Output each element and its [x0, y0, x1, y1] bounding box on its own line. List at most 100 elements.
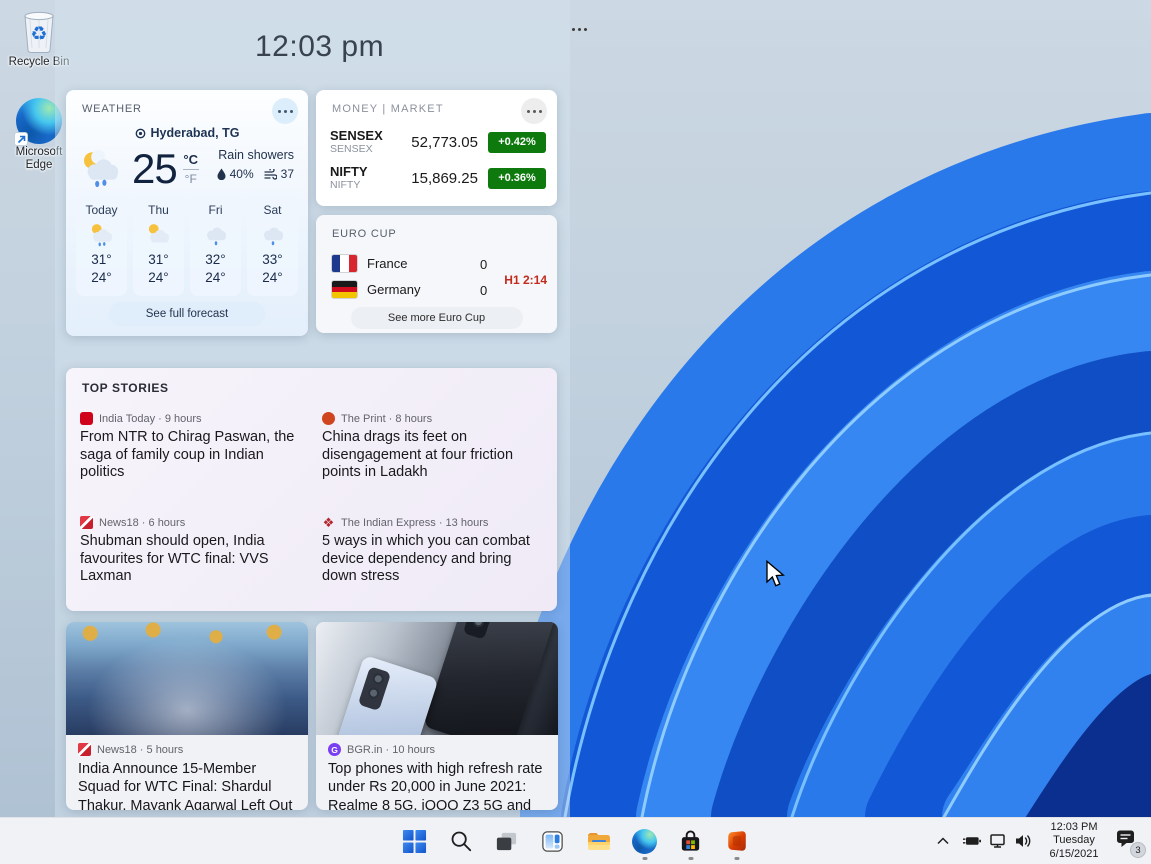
- office-button[interactable]: [717, 821, 757, 861]
- start-icon: [402, 829, 427, 854]
- weather-menu-button[interactable]: [272, 98, 298, 124]
- running-indicator: [688, 857, 693, 860]
- battery-icon: [962, 833, 982, 849]
- news-headline: India Announce 15-Member Squad for WTC F…: [78, 760, 296, 810]
- notification-center-button[interactable]: 3: [1109, 828, 1145, 854]
- notification-count-badge: 3: [1130, 842, 1146, 858]
- office-icon: [725, 829, 749, 853]
- svg-text:♻: ♻: [30, 24, 47, 45]
- start-button[interactable]: [395, 821, 435, 861]
- search-icon: [449, 829, 473, 853]
- indian-express-logo-icon: ❖: [322, 516, 335, 529]
- top-stories-widget: TOP STORIES India Today · 9 hours From N…: [66, 368, 557, 611]
- rain-cloud-icon: [201, 223, 231, 247]
- story-item[interactable]: India Today · 9 hours From NTR to Chirag…: [80, 412, 310, 482]
- widgets-panel-more-button[interactable]: [566, 22, 592, 36]
- bgr-logo-icon: G: [328, 743, 341, 756]
- weather-precipitation: 40%: [230, 167, 254, 181]
- market-widget[interactable]: MONEY | MARKET SENSEX SENSEX 52,773.05 +…: [316, 90, 557, 206]
- news-image-smartphones: [316, 622, 558, 735]
- tray-overflow-button[interactable]: [931, 822, 955, 860]
- the-print-logo-icon: [322, 412, 335, 425]
- system-tray: 12:03 PM Tuesday 6/15/2021 3: [931, 818, 1145, 864]
- weather-location-row[interactable]: Hyderabad, TG: [66, 126, 308, 140]
- unit-celsius[interactable]: °C: [183, 153, 198, 166]
- weather-forecast: Today 31° 24° Thu 31° 24° Fri: [76, 196, 298, 296]
- weather-condition: Rain showers: [218, 148, 294, 162]
- market-row-nifty[interactable]: NIFTY NIFTY 15,869.25 +0.36%: [330, 160, 546, 196]
- running-indicator: [642, 857, 647, 860]
- euro-cup-widget[interactable]: EURO CUP France 0 Germany 0 H1 2:14 See …: [316, 215, 557, 333]
- story-headline: From NTR to Chirag Paswan, the saga of f…: [80, 429, 310, 482]
- network-icon: [989, 833, 1007, 849]
- aqi-wind-icon: [264, 169, 277, 180]
- taskbar-clock[interactable]: 12:03 PM Tuesday 6/15/2021: [1039, 821, 1109, 861]
- news-card-phones[interactable]: G BGR.in · 10 hours Top phones with high…: [316, 622, 558, 810]
- india-today-logo-icon: [80, 412, 93, 425]
- story-headline: 5 ways in which you can combat device de…: [322, 533, 550, 586]
- chevron-up-icon: [936, 836, 950, 846]
- ellipsis-icon: [527, 110, 542, 113]
- edge-button[interactable]: [625, 821, 665, 861]
- unit-fahrenheit[interactable]: °F: [185, 173, 197, 185]
- forecast-day[interactable]: Thu 31° 24°: [133, 196, 184, 296]
- market-change-badge: +0.42%: [488, 132, 546, 153]
- clock-time: 12:03 PM: [1043, 821, 1105, 834]
- story-headline: China drags its feet on disengagement at…: [322, 429, 550, 482]
- euro-cup-title: EURO CUP: [332, 228, 396, 240]
- weather-aqi: 37: [281, 167, 294, 181]
- germany-flag-icon: [332, 281, 357, 298]
- weather-widget[interactable]: WEATHER Hyderabad, TG 25 °C °F Rain show…: [66, 90, 308, 336]
- moon-rain-icon: [78, 149, 126, 189]
- store-icon: [678, 829, 703, 854]
- tray-status-icons[interactable]: [955, 822, 1039, 860]
- ellipsis-icon: [278, 110, 293, 113]
- france-flag-icon: [332, 255, 357, 272]
- file-explorer-button[interactable]: [579, 821, 619, 861]
- weather-temperature: 25: [132, 145, 177, 193]
- top-stories-title: TOP STORIES: [82, 381, 169, 395]
- phone-light: [327, 655, 438, 735]
- widgets-icon: [540, 829, 565, 854]
- rain-cloud-icon: [258, 223, 288, 247]
- market-menu-button[interactable]: [521, 98, 547, 124]
- forecast-day[interactable]: Fri 32° 24°: [190, 196, 241, 296]
- taskbar-app-buttons: [395, 818, 757, 864]
- weather-title: WEATHER: [82, 103, 142, 115]
- euro-cup-team-row[interactable]: Germany: [332, 281, 420, 298]
- news-headline: Top phones with high refresh rate under …: [328, 760, 546, 810]
- germany-score: 0: [480, 283, 487, 298]
- news18-logo-icon: [78, 743, 91, 756]
- widgets-button[interactable]: [533, 821, 573, 861]
- task-view-icon: [494, 829, 519, 854]
- weather-condition-block: Rain showers 40% 37: [217, 148, 294, 181]
- task-view-button[interactable]: [487, 821, 527, 861]
- euro-cup-team-row[interactable]: France: [332, 255, 407, 272]
- story-item[interactable]: The Print · 8 hours China drags its feet…: [322, 412, 550, 482]
- forecast-day[interactable]: Sat 33° 24°: [247, 196, 298, 296]
- market-value: 52,773.05: [411, 134, 478, 151]
- shortcut-arrow-icon: [14, 132, 28, 146]
- market-value: 15,869.25: [411, 170, 478, 187]
- search-button[interactable]: [441, 821, 481, 861]
- sun-rain-icon: [87, 223, 117, 247]
- news18-logo-icon: [80, 516, 93, 529]
- unit-divider: [183, 169, 199, 170]
- market-rows: SENSEX SENSEX 52,773.05 +0.42% NIFTY NIF…: [330, 124, 546, 196]
- story-item[interactable]: ❖ The Indian Express · 13 hours 5 ways i…: [322, 516, 550, 586]
- widgets-panel-clock: 12:03 pm: [255, 30, 384, 64]
- wallpaper-bloom: [520, 85, 1151, 817]
- news-card-cricket[interactable]: News18 · 5 hours India Announce 15-Membe…: [66, 622, 308, 810]
- forecast-day[interactable]: Today 31° 24°: [76, 196, 127, 296]
- phone-dark: [423, 622, 557, 735]
- clock-day: Tuesday: [1043, 834, 1105, 847]
- story-item[interactable]: News18 · 6 hours Shubman should open, In…: [80, 516, 310, 586]
- market-row-sensex[interactable]: SENSEX SENSEX 52,773.05 +0.42%: [330, 124, 546, 160]
- microsoft-store-button[interactable]: [671, 821, 711, 861]
- edge-icon: [632, 829, 657, 854]
- see-more-euro-cup-button[interactable]: See more Euro Cup: [351, 307, 523, 329]
- file-explorer-icon: [586, 828, 612, 854]
- desktop: ♻ Recycle Bin Microsoft Edge 12:03 pm WE…: [0, 0, 1151, 864]
- cursor-arrow-icon: [765, 560, 785, 588]
- see-full-forecast-button[interactable]: See full forecast: [109, 302, 265, 326]
